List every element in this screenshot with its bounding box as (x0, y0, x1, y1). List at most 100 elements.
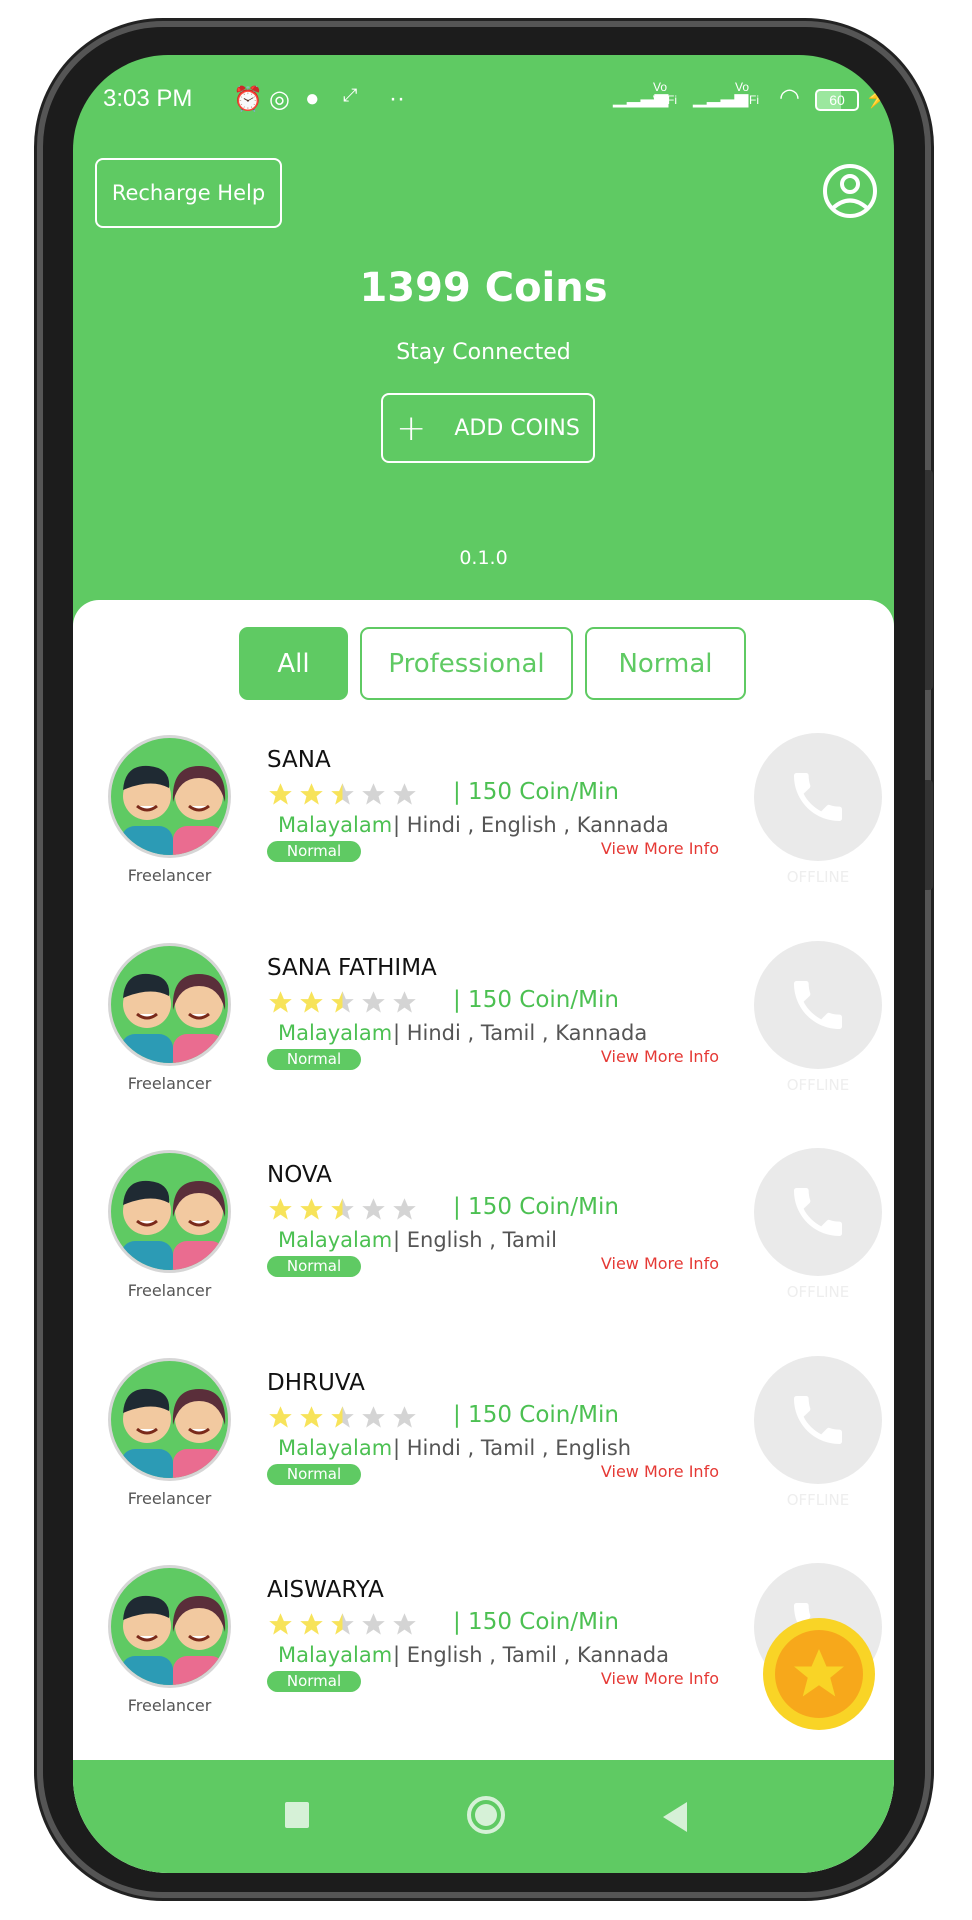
vowifi-label-2: Vo WiFi (735, 80, 759, 107)
other-languages: | English , Tamil (393, 1228, 557, 1252)
alarm-icon: ⏰ (233, 86, 263, 113)
phone-icon (794, 1395, 842, 1444)
primary-language: Malayalam (278, 1020, 393, 1045)
call-button[interactable] (754, 1355, 882, 1484)
category-badge: Normal (267, 1671, 361, 1692)
system-nav-bar (73, 1760, 894, 1873)
listener-row[interactable]: SANA FATHIMA | 150 Coin/Min Malayalam | … (73, 940, 894, 1150)
app-version: 0.1.0 (459, 547, 508, 569)
rating-stars (267, 989, 418, 1016)
home-button[interactable] (467, 1796, 505, 1834)
online-status: OFFLINE (786, 1490, 850, 1509)
listener-role: Freelancer (127, 1073, 212, 1093)
coin-rate: | 150 Coin/Min (453, 1194, 619, 1220)
app-notification-icon: ● (305, 85, 320, 112)
call-button[interactable] (754, 1148, 882, 1276)
volume-button (925, 470, 933, 690)
plus-icon: + (396, 407, 427, 449)
add-coins-label: ADD COINS (454, 415, 580, 441)
listener-name: DHRUVA (267, 1369, 365, 1396)
add-coins-button[interactable]: + ADD COINS (381, 393, 595, 463)
other-languages: | Hindi , Tamil , Kannada (393, 1020, 648, 1045)
rating-star-icon (362, 783, 385, 805)
view-more-info-link[interactable]: View More Info (601, 1047, 719, 1066)
online-status: OFFLINE (786, 868, 850, 886)
recents-button[interactable] (285, 1802, 309, 1828)
tab-all[interactable]: All (239, 627, 348, 700)
recharge-help-button[interactable]: Recharge Help (95, 158, 282, 228)
listener-name: SANA (267, 747, 331, 773)
tab-professional[interactable]: Professional (360, 627, 573, 700)
whatsapp-icon: ◎ (269, 86, 290, 113)
online-status: OFFLINE (786, 1075, 850, 1094)
coin-rate: | 150 Coin/Min (453, 1609, 619, 1635)
profile-icon[interactable] (822, 163, 878, 219)
rating-star-icon (269, 783, 292, 805)
category-badge: Normal (267, 1256, 361, 1277)
call-button[interactable] (754, 940, 882, 1069)
listener-role: Freelancer (127, 866, 212, 885)
listener-role: Freelancer (127, 1696, 212, 1715)
listener-row[interactable]: SANA | 150 Coin/Min Malayalam | Hindi , … (73, 733, 894, 942)
listener-name: AISWARYA (267, 1577, 384, 1603)
primary-language: Malayalam (278, 1643, 393, 1667)
rating-star-icon (331, 1613, 354, 1635)
rating-star-icon (300, 783, 323, 805)
listener-avatar[interactable] (108, 1150, 231, 1273)
category-badge: Normal (267, 1048, 361, 1070)
rating-star-icon (300, 1613, 323, 1635)
view-more-info-link[interactable]: View More Info (601, 1462, 719, 1481)
rating-star-icon (300, 1405, 323, 1428)
listener-role: Freelancer (127, 1488, 212, 1508)
rating-star-icon (362, 1405, 385, 1428)
rating-star-icon (331, 990, 354, 1013)
view-more-info-link[interactable]: View More Info (601, 1669, 719, 1688)
tab-normal[interactable]: Normal (585, 627, 746, 700)
view-more-info-link[interactable]: View More Info (601, 1254, 719, 1273)
primary-language: Malayalam (278, 813, 393, 837)
other-languages: | English , Tamil , Kannada (393, 1643, 669, 1667)
rating-star-icon (393, 1613, 416, 1635)
rating-star-icon (269, 1613, 292, 1635)
phone-icon (794, 773, 842, 821)
favorites-fab[interactable] (763, 1618, 875, 1730)
tagline: Stay Connected (396, 340, 571, 365)
rating-stars (267, 1611, 418, 1638)
rating-star-icon (362, 990, 385, 1013)
rating-star-icon (393, 1198, 416, 1220)
battery-icon: 60 (815, 89, 859, 111)
status-bar: 3:03 PM ⏰ ◎ ● ⤢ ·· ▁▂▃▅ Vo WiFi ▁▂▃▅ Vo … (103, 81, 890, 125)
view-more-info-link[interactable]: View More Info (601, 839, 719, 858)
listener-avatar[interactable] (108, 942, 231, 1066)
rating-star-icon (362, 1198, 385, 1220)
rating-star-icon (331, 783, 354, 805)
listener-avatar[interactable] (108, 1565, 231, 1688)
category-badge: Normal (267, 1463, 361, 1485)
phone-icon (794, 1188, 842, 1236)
listener-row[interactable]: DHRUVA | 150 Coin/Min Malayalam | Hindi … (73, 1355, 894, 1565)
rating-star-icon (300, 990, 323, 1013)
rating-star-icon (269, 1198, 292, 1220)
more-notifications-icon: ·· (389, 85, 405, 112)
listener-row[interactable]: NOVA | 150 Coin/Min Malayalam | English … (73, 1148, 894, 1357)
listener-avatar[interactable] (108, 735, 231, 858)
rating-stars (267, 1196, 418, 1223)
category-badge: Normal (267, 841, 361, 862)
wifi-icon: ◠ (779, 84, 800, 111)
phone-icon (794, 980, 842, 1029)
other-languages: | Hindi , Tamil , English (393, 1435, 632, 1460)
coin-rate: | 150 Coin/Min (453, 1401, 619, 1428)
rating-star-icon (331, 1198, 354, 1220)
star-icon (794, 1649, 844, 1697)
listener-name: NOVA (267, 1162, 332, 1188)
other-languages: | Hindi , English , Kannada (393, 813, 669, 837)
coin-balance: 1399 Coins (359, 265, 608, 311)
listener-avatar[interactable] (108, 1357, 231, 1481)
rating-star-icon (331, 1405, 354, 1428)
primary-language: Malayalam (278, 1228, 393, 1252)
call-button[interactable] (754, 733, 882, 861)
back-button[interactable] (663, 1802, 687, 1832)
app-screen: 3:03 PM ⏰ ◎ ● ⤢ ·· ▁▂▃▅ Vo WiFi ▁▂▃▅ Vo … (73, 55, 894, 1873)
rating-star-icon (393, 990, 416, 1013)
vowifi-label: Vo WiFi (653, 80, 677, 107)
